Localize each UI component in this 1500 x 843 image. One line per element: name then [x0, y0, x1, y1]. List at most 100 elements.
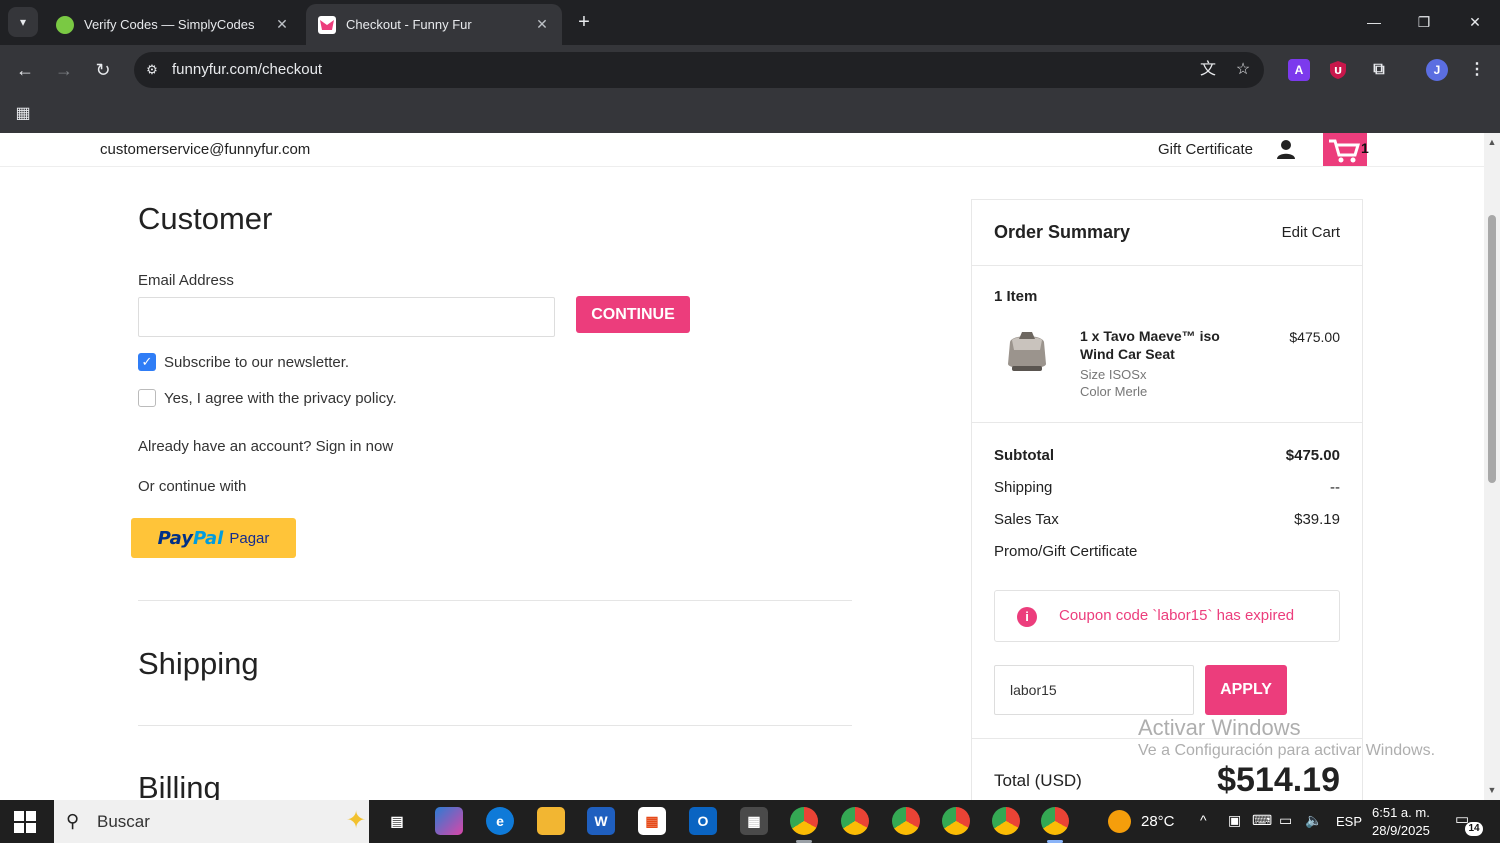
shipping-heading[interactable]: Shipping — [138, 646, 259, 682]
close-tab-icon[interactable]: ✕ — [274, 16, 290, 33]
minimize-button[interactable]: — — [1354, 8, 1394, 36]
page-scrollbar[interactable]: ▲ ▼ — [1484, 133, 1500, 800]
url-text[interactable]: funnyfur.com/checkout — [172, 61, 322, 78]
item-name-line1: 1 x Tavo Maeve™ iso — [1080, 328, 1220, 344]
browser-menu-icon[interactable]: ⋮ — [1466, 59, 1488, 81]
tray-chevron-icon[interactable]: ^ — [1200, 812, 1207, 828]
clock-date: 28/9/2025 — [1372, 823, 1430, 838]
translate-icon[interactable]: 文 — [1198, 60, 1218, 80]
clock-time: 6:51 a. m. — [1372, 805, 1430, 820]
coupon-code-input[interactable]: labor15 — [994, 665, 1194, 715]
file-explorer-icon[interactable] — [537, 807, 565, 835]
newsletter-checkbox[interactable]: ✓ — [138, 353, 156, 371]
bookmark-star-icon[interactable]: ☆ — [1233, 60, 1253, 80]
funnyfur-favicon-icon — [318, 15, 336, 34]
keyboard-icon[interactable]: ⌨ — [1252, 812, 1272, 829]
windows-start-icon[interactable] — [14, 811, 36, 833]
total-label: Total (USD) — [994, 771, 1082, 790]
edit-cart-link[interactable]: Edit Cart — [1282, 224, 1340, 241]
restore-button[interactable]: ❐ — [1404, 8, 1444, 36]
close-window-button[interactable]: ✕ — [1455, 8, 1495, 36]
cart-count-badge: 1 — [1361, 140, 1369, 156]
copilot-icon[interactable] — [435, 807, 463, 835]
sign-in-link[interactable]: Already have an account? Sign in now — [138, 438, 393, 455]
windows-activation-text: Ve a Configuración para activar Windows. — [1138, 742, 1436, 759]
promo-label: Promo/Gift Certificate — [994, 543, 1138, 560]
weather-temperature[interactable]: 28°C — [1141, 813, 1175, 830]
language-indicator[interactable]: ESP — [1336, 814, 1362, 829]
chrome-profile-2-icon[interactable] — [841, 807, 869, 835]
apps-grid-icon[interactable]: ▦ — [12, 103, 34, 125]
chrome-profile-1-icon[interactable] — [790, 807, 818, 835]
taskbar-clock[interactable]: 6:51 a. m. 28/9/2025 — [1372, 804, 1430, 840]
edge-icon[interactable]: e — [486, 807, 514, 835]
profile-avatar[interactable]: J — [1426, 59, 1448, 81]
reload-button[interactable]: ↻ — [90, 57, 116, 83]
network-icon[interactable]: ▭ — [1279, 812, 1292, 829]
email-field[interactable] — [138, 297, 555, 337]
chrome-profile-5-icon[interactable] — [992, 807, 1020, 835]
checkout-page: customerservice@funnyfur.com Gift Certif… — [0, 133, 1484, 800]
browser-tab-bar: ▾ Verify Codes — SimplyCodes ✕ Checkout … — [0, 0, 1500, 45]
windows-taskbar: ⚲ Buscar ✦ ▤ e W ▦ O ▦ 28°C ^ ▣ ⌨ ▭ 🔈 ES… — [0, 800, 1500, 843]
search-icon: ⚲ — [66, 811, 80, 831]
store-icon[interactable]: ▦ — [638, 807, 666, 835]
task-view-icon[interactable]: ▤ — [383, 807, 411, 835]
extensions-puzzle-icon[interactable]: ⧉ — [1368, 59, 1390, 81]
order-summary-title: Order Summary — [994, 222, 1131, 242]
site-top-strip: customerservice@funnyfur.com Gift Certif… — [0, 133, 1484, 167]
section-divider — [138, 725, 852, 726]
sales-tax-value: $39.19 — [1294, 511, 1340, 528]
section-divider — [138, 600, 852, 601]
account-user-icon[interactable] — [1275, 138, 1297, 160]
privacy-label: Yes, I agree with the privacy policy. — [164, 390, 397, 407]
subtotal-value: $475.00 — [1285, 447, 1340, 464]
order-summary-panel: Order Summary Edit Cart 1 Item 1 x Tavo … — [971, 199, 1363, 800]
scroll-thumb[interactable] — [1488, 215, 1496, 483]
volume-icon[interactable]: 🔈 — [1305, 812, 1322, 829]
email-label: Email Address — [138, 272, 234, 289]
privacy-checkbox[interactable] — [138, 389, 156, 407]
tab-simplycodes[interactable]: Verify Codes — SimplyCodes ✕ — [44, 4, 302, 45]
shipping-label: Shipping — [994, 479, 1053, 496]
contact-email[interactable]: customerservice@funnyfur.com — [100, 141, 310, 158]
tab-funnyfur-checkout[interactable]: Checkout - Funny Fur ✕ — [306, 4, 562, 45]
item-count: 1 Item — [994, 288, 1038, 305]
address-bar[interactable]: ⚙ funnyfur.com/checkout 文 ☆ — [134, 52, 1264, 88]
outlook-icon[interactable]: O — [689, 807, 717, 835]
windows-activation-title: Activar Windows — [1138, 715, 1301, 740]
continue-button[interactable]: CONTINUE — [576, 296, 690, 333]
forward-button[interactable]: → — [51, 57, 77, 83]
scroll-down-icon[interactable]: ▼ — [1487, 785, 1497, 795]
meet-icon[interactable]: ▣ — [1228, 812, 1241, 829]
apply-button[interactable]: APPLY — [1205, 665, 1287, 715]
back-button[interactable]: ← — [12, 57, 38, 83]
billing-heading[interactable]: Billing — [138, 770, 221, 800]
taskbar-search[interactable]: ⚲ Buscar ✦ — [54, 800, 369, 843]
taskbar-search-text[interactable]: Buscar — [97, 812, 150, 832]
site-info-icon[interactable]: ⚙ — [142, 60, 162, 80]
paypal-logo: PayPal — [158, 528, 224, 549]
extension-a-icon[interactable]: A — [1288, 59, 1310, 81]
tab-title: Verify Codes — SimplyCodes — [84, 17, 255, 32]
weather-sun-icon[interactable] — [1108, 810, 1131, 833]
chrome-profile-3-icon[interactable] — [892, 807, 920, 835]
total-value: $514.19 — [1217, 761, 1340, 799]
scroll-up-icon[interactable]: ▲ — [1487, 137, 1497, 147]
paypal-pagar-label: Pagar — [229, 529, 270, 547]
paypal-button[interactable]: PayPal Pagar — [131, 518, 296, 558]
word-icon[interactable]: W — [587, 807, 615, 835]
notification-count-badge: 14 — [1465, 822, 1483, 836]
chrome-profile-6-icon[interactable] — [1041, 807, 1069, 835]
copilot-sparkle-icon: ✦ — [346, 807, 367, 834]
simplycodes-favicon-icon — [56, 15, 74, 34]
tab-search-button[interactable]: ▾ — [8, 7, 38, 37]
new-tab-button[interactable]: + — [572, 10, 596, 34]
sales-tax-label: Sales Tax — [994, 511, 1059, 528]
chrome-profile-4-icon[interactable] — [942, 807, 970, 835]
calculator-icon[interactable]: ▦ — [740, 807, 768, 835]
ublock-icon[interactable]: U — [1327, 59, 1349, 81]
gift-certificate-link[interactable]: Gift Certificate — [1158, 141, 1253, 158]
close-tab-icon[interactable]: ✕ — [534, 16, 550, 33]
info-icon: i — [1017, 607, 1037, 627]
